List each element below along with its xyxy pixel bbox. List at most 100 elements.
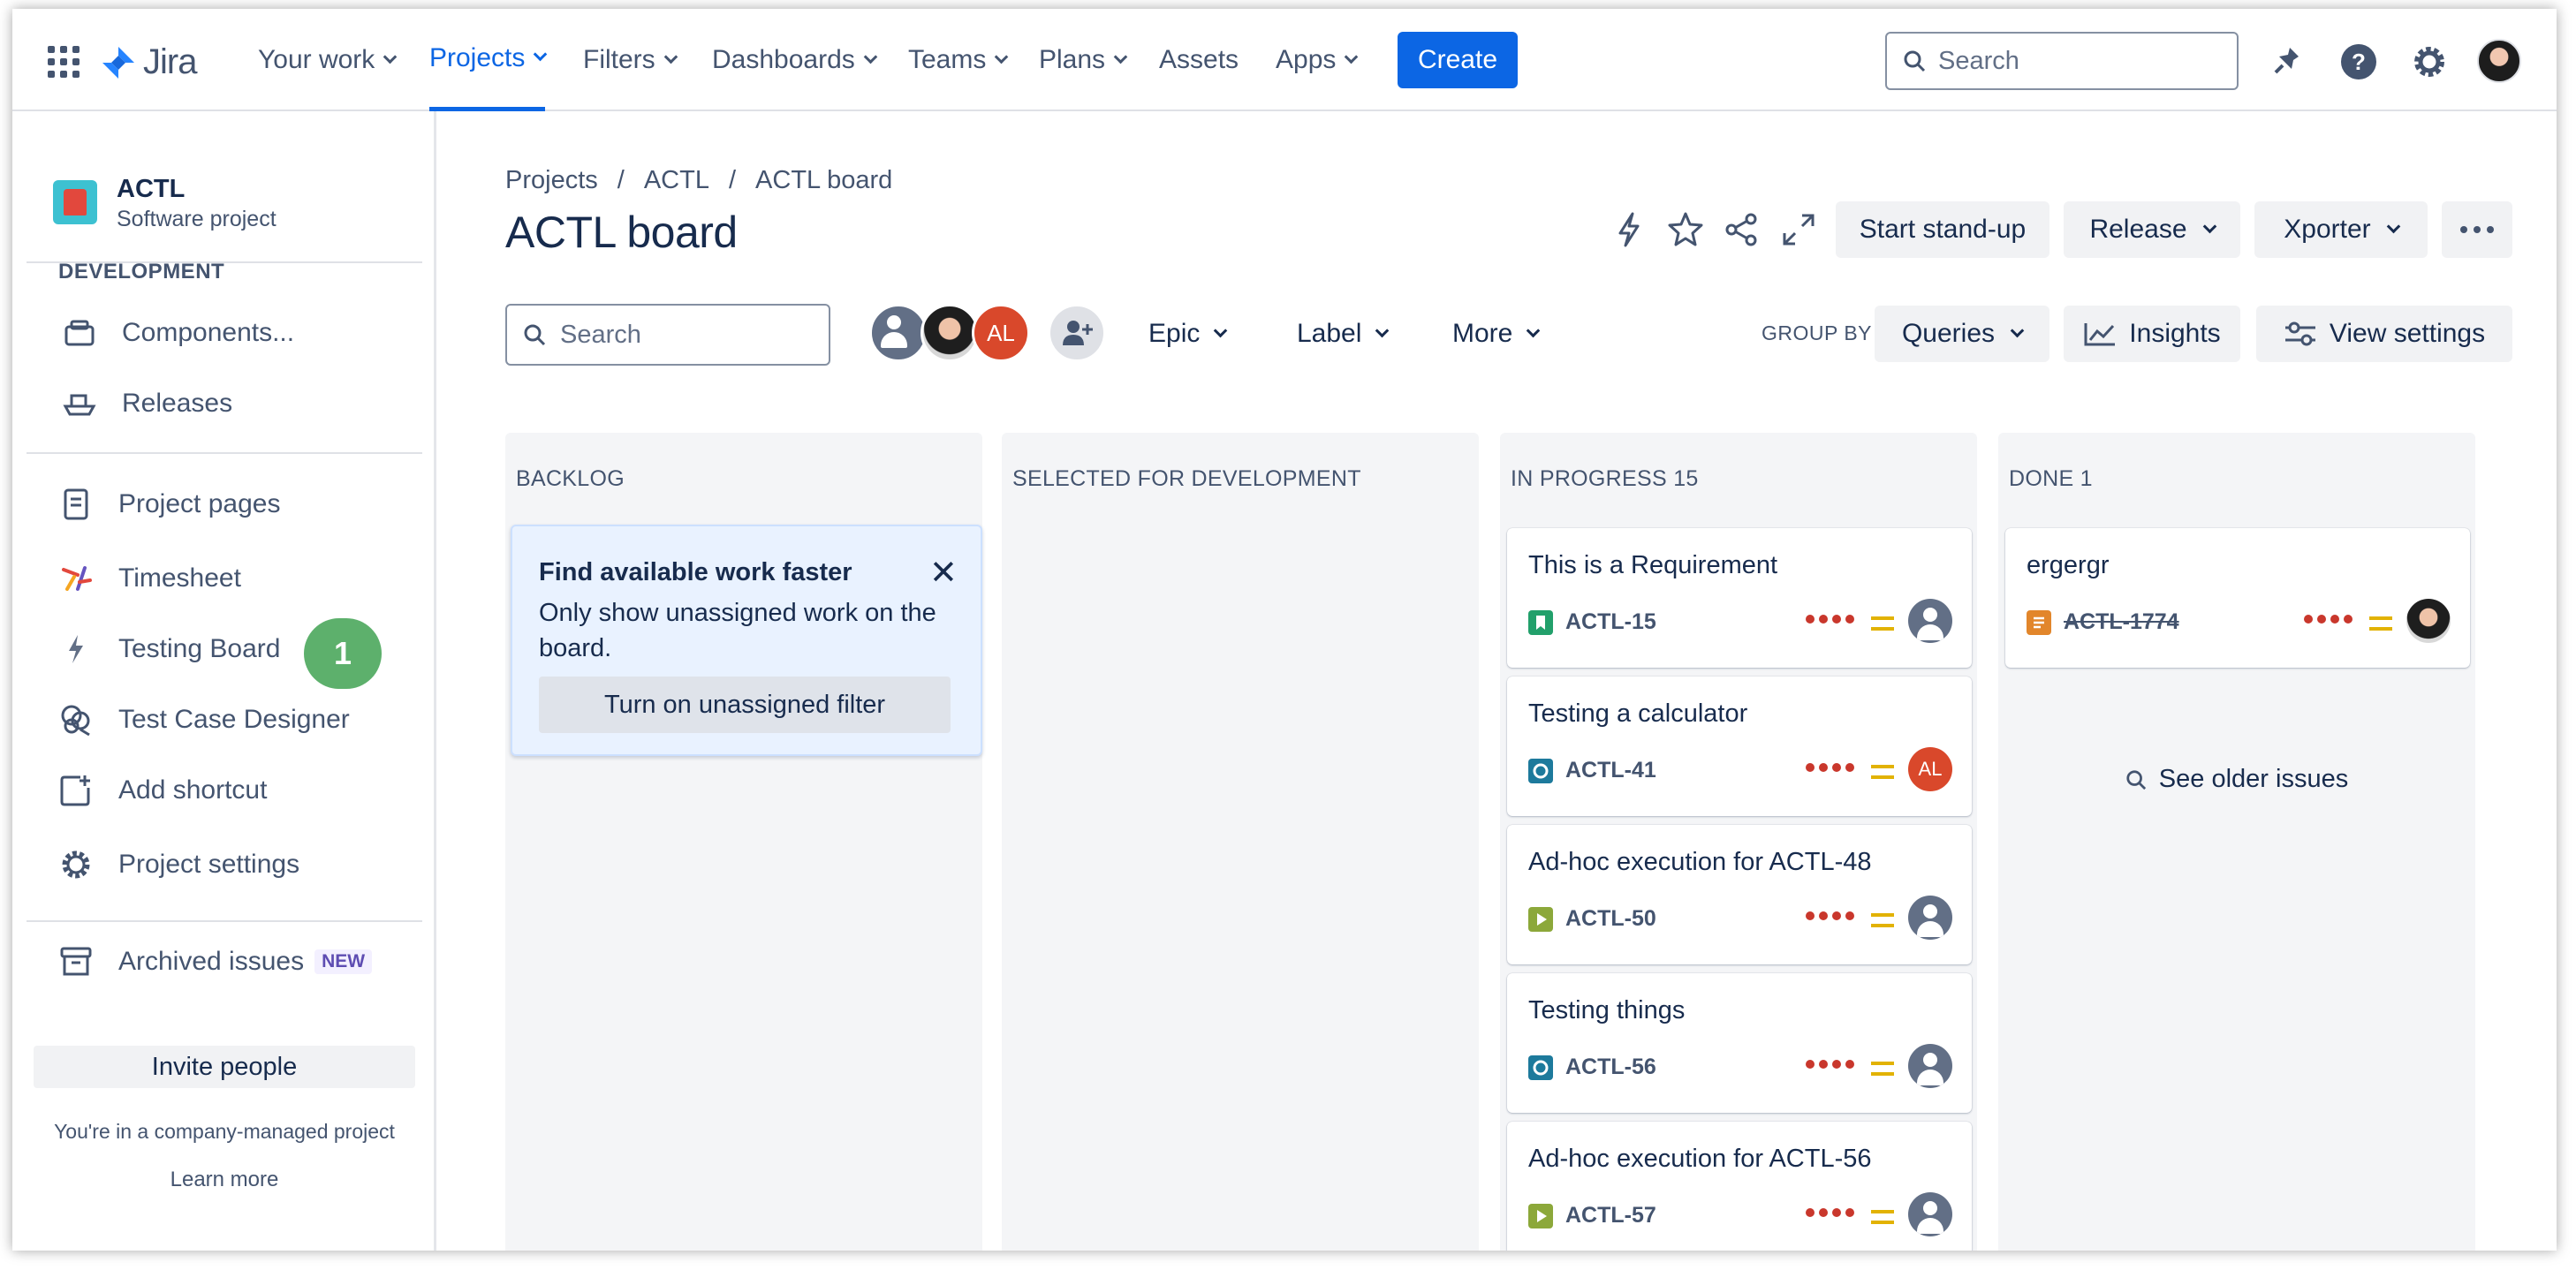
nav-teams[interactable]: Teams (908, 9, 1009, 111)
more-filter-dropdown[interactable]: More (1452, 306, 1541, 362)
issue-card[interactable]: Testing things ACTL-56 (1507, 973, 1972, 1113)
add-people-button[interactable] (1048, 304, 1106, 362)
learn-more-link[interactable]: Learn more (12, 1168, 436, 1192)
label-filter-dropdown[interactable]: Label (1297, 306, 1390, 362)
board-search-input[interactable]: Search (505, 304, 830, 366)
sidebar-item-label: Components... (122, 318, 295, 347)
board-main: Projects / ACTL / ACTL board ACTL board … (436, 111, 2557, 1251)
issue-card[interactable]: Ad-hoc execution for ACTL-48 ACTL-50 (1507, 825, 1972, 964)
breadcrumb-board[interactable]: ACTL board (755, 166, 892, 195)
sidebar-item-components[interactable]: Components... (62, 311, 294, 355)
add-shortcut-icon (58, 773, 94, 808)
avatar-unassigned-filter[interactable] (869, 304, 928, 362)
breadcrumb-project[interactable]: ACTL (644, 166, 709, 195)
lightning-icon (58, 631, 94, 667)
share-icon[interactable] (1721, 208, 1763, 251)
epic-filter-dropdown[interactable]: Epic (1148, 306, 1228, 362)
assignee-unassigned-avatar[interactable] (1908, 896, 1952, 940)
assignee-photo-avatar[interactable] (2406, 599, 2451, 643)
logo-text: Jira (143, 42, 197, 81)
medium-priority-icon (1871, 1062, 1894, 1076)
automation-lightning-icon[interactable] (1608, 208, 1650, 251)
card-title: Testing things (1528, 996, 1686, 1024)
unassigned-filter-button[interactable]: Turn on unassigned filter (539, 677, 951, 733)
filter-label: Label (1297, 319, 1362, 348)
medium-priority-icon (2369, 616, 2392, 631)
assignee-unassigned-avatar[interactable] (1908, 1192, 1952, 1236)
issue-card[interactable]: ergergr ACTL-1774 (2005, 528, 2470, 668)
nav-dashboards[interactable]: Dashboards (712, 9, 878, 111)
avatar-user-filter[interactable] (921, 304, 979, 362)
group-by-dropdown[interactable]: Queries (1875, 306, 2049, 362)
project-avatar-icon (53, 180, 97, 224)
tip-title: Find available work faster (539, 558, 852, 586)
group-by-value: Queries (1901, 319, 1996, 348)
help-icon[interactable]: ? (2339, 42, 2378, 81)
execution-icon (1528, 906, 1553, 932)
chevron-down-icon (2202, 219, 2216, 233)
insights-chart-icon (2084, 323, 2116, 346)
issue-card[interactable]: Ad-hoc execution for ACTL-56 ACTL-57 (1507, 1122, 1972, 1251)
assignee-unassigned-avatar[interactable] (1908, 1044, 1952, 1088)
project-type: Software project (117, 207, 277, 231)
issue-card[interactable]: Testing a calculator ACTL-41 AL (1507, 677, 1972, 816)
divider (27, 920, 422, 922)
star-icon[interactable] (1664, 208, 1707, 251)
view-settings-button[interactable]: View settings (2256, 306, 2512, 362)
sidebar-item-label: Test Case Designer (118, 705, 350, 734)
settings-gear-icon[interactable] (2410, 42, 2449, 81)
breadcrumb-projects[interactable]: Projects (505, 166, 598, 195)
sidebar-item-archived-issues[interactable]: Archived issues NEW (58, 940, 373, 984)
nav-label: Assets (1159, 45, 1239, 74)
nav-label: Teams (908, 45, 987, 74)
sidebar-item-label: Releases (122, 389, 233, 418)
nav-plans[interactable]: Plans (1039, 9, 1128, 111)
xporter-button[interactable]: Xporter (2254, 201, 2428, 258)
components-icon (62, 315, 97, 351)
filter-label: Epic (1148, 319, 1201, 348)
priority-dots-icon (1806, 1060, 1854, 1069)
close-icon[interactable]: ✕ (929, 553, 958, 593)
user-avatar[interactable] (2477, 39, 2521, 83)
sidebar-item-releases[interactable]: Releases (62, 382, 232, 426)
insights-button[interactable]: Insights (2064, 306, 2240, 362)
assignee-avatar[interactable]: AL (1908, 747, 1952, 791)
app-switcher-icon[interactable] (48, 46, 80, 78)
sidebar-item-project-settings[interactable]: Project settings (58, 843, 299, 887)
sidebar-item-timesheet[interactable]: Timesheet (58, 556, 241, 601)
assignee-unassigned-avatar[interactable] (1908, 599, 1952, 643)
release-button[interactable]: Release (2064, 201, 2240, 258)
project-name[interactable]: ACTL (117, 175, 185, 204)
global-search-input[interactable]: Search (1885, 32, 2239, 90)
avatar-al-filter[interactable]: AL (972, 304, 1030, 362)
medium-priority-icon (1871, 765, 1894, 779)
start-standup-button[interactable]: Start stand-up (1836, 201, 2049, 258)
chevron-down-icon (1375, 323, 1390, 337)
expand-icon[interactable] (1777, 208, 1820, 251)
nav-assets[interactable]: Assets (1159, 9, 1239, 111)
chevron-down-icon (1527, 323, 1541, 337)
priority-dots-icon (1806, 911, 1854, 920)
development-heading: DEVELOPMENT (58, 260, 225, 283)
sidebar-item-test-case-designer[interactable]: Test Case Designer (58, 698, 350, 742)
notifications-icon[interactable] (2267, 42, 2306, 81)
invite-people-button[interactable]: Invite people (34, 1046, 415, 1088)
add-person-icon (1063, 321, 1093, 345)
sidebar-item-project-pages[interactable]: Project pages (58, 482, 280, 526)
search-placeholder: Search (560, 320, 641, 349)
sidebar-item-testing-board[interactable]: Testing Board (58, 627, 280, 671)
nav-projects[interactable]: Projects (429, 9, 548, 111)
sidebar-item-add-shortcut[interactable]: Add shortcut (58, 768, 267, 813)
nav-your-work[interactable]: Your work (258, 9, 398, 111)
step-badge: 1 (304, 618, 382, 689)
priority-dots-icon (2304, 615, 2352, 624)
see-older-issues-link[interactable]: See older issues (1998, 765, 2475, 794)
jira-logo-icon (102, 46, 134, 79)
nav-filters[interactable]: Filters (583, 9, 678, 111)
execution-icon (1528, 1203, 1553, 1228)
more-actions-button[interactable] (2442, 201, 2512, 258)
create-button[interactable]: Create (1398, 32, 1518, 88)
jira-logo[interactable]: Jira (101, 42, 197, 82)
issue-card[interactable]: This is a Requirement ACTL-15 (1507, 528, 1972, 668)
nav-apps[interactable]: Apps (1276, 9, 1359, 111)
